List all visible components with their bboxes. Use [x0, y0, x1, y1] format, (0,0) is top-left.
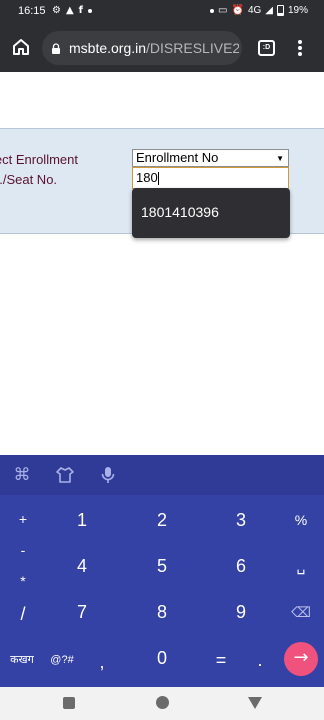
nav-back-triangle-icon[interactable]	[248, 697, 262, 709]
battery-icon	[276, 5, 284, 16]
dot-icon	[88, 9, 93, 13]
key-5[interactable]: 5	[135, 544, 189, 588]
autocomplete-suggestion[interactable]: 1801410396	[141, 204, 219, 220]
search-type-select[interactable]: Enrollment No ▼	[132, 149, 289, 167]
status-time: 16:15	[18, 5, 46, 17]
system-nav-bar	[0, 687, 324, 720]
network-type: 4G	[247, 5, 262, 16]
input-value: 180	[136, 170, 158, 185]
enter-arrow-icon[interactable]: →	[284, 642, 318, 676]
facebook-icon: f	[78, 5, 84, 16]
key-0[interactable]: 0	[135, 636, 189, 680]
select-value: Enrollment No	[136, 150, 219, 165]
autocomplete-popup: 1801410396	[132, 188, 290, 238]
key-percent[interactable]: %	[274, 498, 324, 542]
lock-icon	[52, 43, 60, 54]
url-domain: msbte.org.in	[69, 40, 147, 56]
command-icon[interactable]: ⌘	[12, 465, 32, 485]
key-1[interactable]: 1	[55, 498, 109, 542]
key-period[interactable]: .	[233, 638, 287, 682]
enrollment-label: lect Enrollment o./Seat No.	[0, 150, 78, 190]
home-icon[interactable]	[11, 37, 31, 57]
warning-icon: ▲	[65, 5, 74, 16]
nav-home-icon[interactable]	[156, 696, 169, 709]
key-7[interactable]: 7	[55, 590, 109, 634]
label-line-2: o./Seat No.	[0, 172, 58, 187]
space-key-icon[interactable]: ␣	[274, 544, 324, 588]
text-caret	[157, 172, 159, 186]
key-6[interactable]: 6	[214, 544, 268, 588]
keyboard-toolbar: ⌘	[0, 455, 324, 495]
numeric-keyboard: ⌘ + 1 2 3 % - * 4 5 6 ␣ / 7 8 9 ⌫ कखग @?…	[0, 455, 324, 687]
key-9[interactable]: 9	[214, 590, 268, 634]
key-comma[interactable]: ,	[75, 640, 129, 684]
enrollment-input[interactable]: 180	[132, 167, 289, 189]
tabs-button[interactable]: :D	[258, 40, 275, 56]
dot-icon	[210, 8, 215, 13]
alarm-icon: ⏰	[231, 5, 244, 16]
address-bar[interactable]: msbte.org.in/DISRESLIVE20	[42, 31, 242, 65]
cast-icon: ▭	[218, 5, 228, 16]
key-2[interactable]: 2	[135, 498, 189, 542]
label-line-1: lect Enrollment	[0, 152, 78, 167]
shirt-icon[interactable]	[55, 465, 75, 485]
browser-toolbar: msbte.org.in/DISRESLIVE20 :D	[0, 24, 324, 72]
url-path: /DISRESLIVE20	[146, 40, 239, 56]
key-8[interactable]: 8	[135, 590, 189, 634]
signal-icon: ◢	[265, 5, 273, 16]
backspace-icon[interactable]: ⌫	[274, 590, 324, 634]
key-4[interactable]: 4	[55, 544, 109, 588]
battery-percent: 19%	[287, 5, 308, 16]
more-menu-icon[interactable]	[296, 40, 304, 56]
nav-square-icon[interactable]	[63, 697, 75, 709]
mic-icon[interactable]	[98, 465, 118, 485]
status-bar: 16:15 ⚙ ▲ f ▭ ⏰ 4G ◢ 19%	[0, 0, 324, 24]
url-text: msbte.org.in/DISRESLIVE20	[69, 40, 239, 56]
dropdown-arrow-icon: ▼	[276, 154, 284, 163]
key-3[interactable]: 3	[214, 498, 268, 542]
key-divide[interactable]: /	[0, 592, 50, 636]
settings-icon: ⚙	[52, 5, 61, 16]
